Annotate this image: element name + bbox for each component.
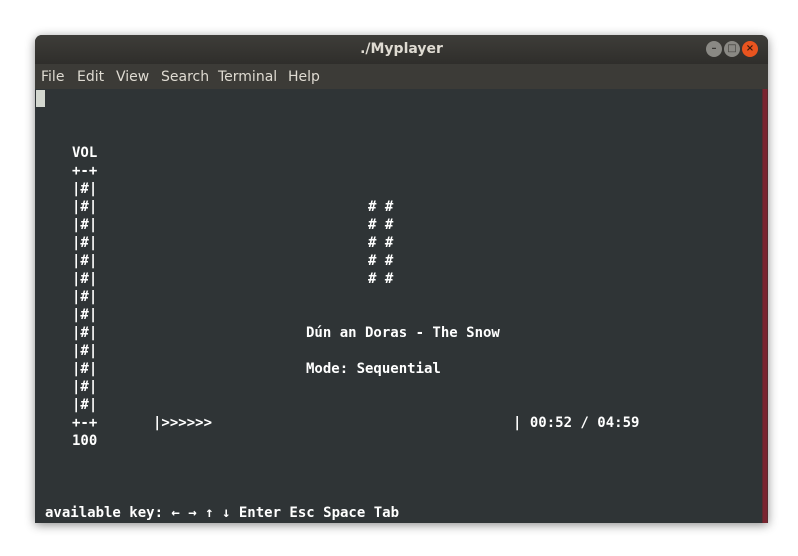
- maximize-icon: □: [727, 43, 737, 54]
- volume-value: 100: [72, 433, 98, 449]
- volume-bar-segment: |#|: [72, 361, 98, 377]
- maximize-button[interactable]: □: [724, 41, 740, 57]
- track-title: Dún an Doras - The Snow: [306, 325, 500, 341]
- terminal-area[interactable]: VOL +-+ |#| |#| |#| |#| |#| |#| |#| |#| …: [35, 89, 762, 523]
- menu-file[interactable]: File: [41, 69, 64, 85]
- menu-view[interactable]: View: [116, 69, 149, 85]
- available-keys-hint: available key: ← → ↑ ↓ Enter Esc Space T…: [45, 505, 400, 521]
- volume-bar-segment: |#|: [72, 397, 98, 413]
- volume-bar-bottom: +-+: [72, 415, 98, 431]
- time-readout: | 00:52 / 04:59: [513, 415, 640, 431]
- play-mode: Mode: Sequential: [306, 361, 441, 377]
- volume-bar-segment: |#|: [72, 343, 98, 359]
- volume-bar-segment: |#|: [72, 199, 98, 215]
- volume-bar-segment: |#|: [72, 379, 98, 395]
- volume-bar-top: +-+: [72, 163, 98, 179]
- minimize-button[interactable]: –: [706, 41, 722, 57]
- visualizer-row: # #: [368, 253, 394, 269]
- volume-bar-segment: |#|: [72, 307, 98, 323]
- terminal-window: ./Myplayer – □ × File Edit View Search T…: [35, 35, 768, 523]
- window-title: ./Myplayer: [360, 41, 443, 57]
- minimize-icon: –: [711, 43, 717, 54]
- visualizer-row: # #: [368, 271, 394, 287]
- text-cursor: [36, 90, 45, 107]
- visualizer-row: # #: [368, 217, 394, 233]
- terminal-scrollbar[interactable]: [762, 89, 768, 523]
- progress-bar: |>>>>>>: [153, 415, 213, 431]
- menu-help[interactable]: Help: [288, 69, 320, 85]
- menu-bar: File Edit View Search Terminal Help: [35, 64, 768, 89]
- visualizer-row: # #: [368, 199, 394, 215]
- menu-terminal[interactable]: Terminal: [218, 69, 277, 85]
- menu-search[interactable]: Search: [161, 69, 209, 85]
- menu-edit[interactable]: Edit: [77, 69, 104, 85]
- volume-bar-segment: |#|: [72, 271, 98, 287]
- close-icon: ×: [745, 43, 755, 54]
- volume-bar-segment: |#|: [72, 289, 98, 305]
- visualizer-row: # #: [368, 235, 394, 251]
- close-button[interactable]: ×: [742, 41, 758, 57]
- title-bar[interactable]: ./Myplayer – □ ×: [35, 35, 768, 64]
- volume-bar-segment: |#|: [72, 253, 98, 269]
- scrollbar-thumb[interactable]: [763, 89, 767, 523]
- volume-bar-segment: |#|: [72, 235, 98, 251]
- volume-bar-segment: |#|: [72, 325, 98, 341]
- volume-bar-segment: |#|: [72, 181, 98, 197]
- volume-label: VOL: [72, 145, 98, 161]
- volume-bar-segment: |#|: [72, 217, 98, 233]
